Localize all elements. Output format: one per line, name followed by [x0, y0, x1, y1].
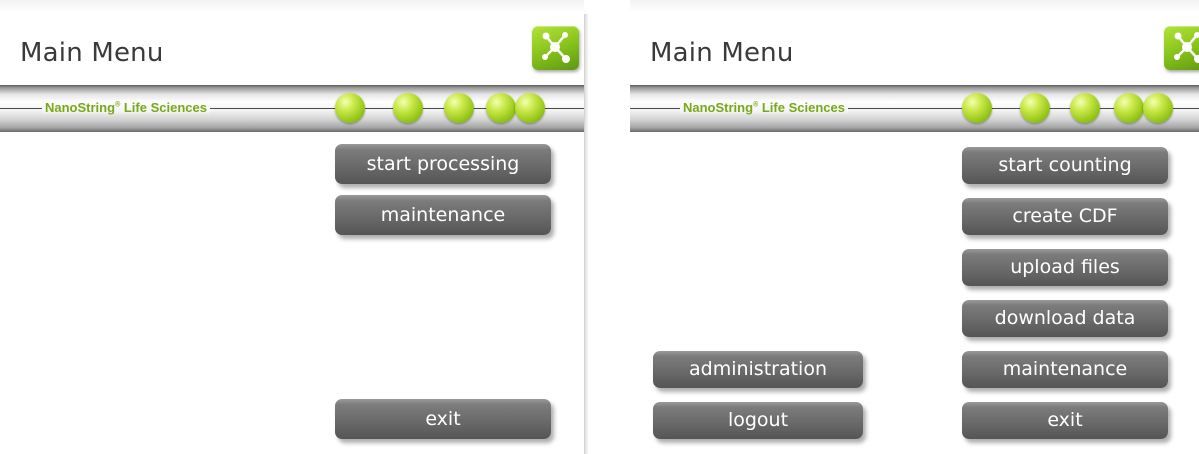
button-label: maintenance [380, 204, 506, 226]
top-fade [630, 0, 1199, 12]
nanostring-molecule-icon[interactable] [532, 26, 579, 70]
brand-label: NanoString® Life Sciences [42, 100, 210, 115]
registered-mark: ® [753, 101, 759, 109]
button-label: exit [425, 408, 461, 430]
button-label: create CDF [1012, 205, 1118, 227]
brand-banner: NanoString® Life Sciences [0, 85, 584, 132]
button-label: maintenance [1002, 358, 1128, 380]
progress-dot-icon [962, 93, 992, 123]
main-menu-screen-left: Main Menu NanoString® Life Sciences star… [0, 0, 584, 454]
button-label: upload files [1010, 256, 1120, 278]
progress-dot-icon [393, 93, 423, 123]
brand-suffix: Life Sciences [761, 100, 845, 115]
page-title: Main Menu [650, 38, 794, 68]
brand-name: NanoString [45, 100, 116, 115]
button-label: download data [994, 307, 1136, 329]
button-label: logout [727, 409, 789, 431]
upload-files-button[interactable]: upload files [962, 249, 1168, 286]
main-menu-screen-right: Main Menu NanoString® Life Sciences star… [630, 0, 1199, 454]
button-label: administration [688, 358, 827, 380]
button-label: exit [1047, 409, 1083, 431]
nanostring-molecule-icon[interactable] [1164, 26, 1199, 70]
exit-button[interactable]: exit [962, 402, 1168, 439]
download-data-button[interactable]: download data [962, 300, 1168, 337]
page-title: Main Menu [20, 38, 164, 68]
button-label: start counting [998, 154, 1132, 176]
exit-button[interactable]: exit [335, 399, 551, 439]
registered-mark: ® [115, 101, 121, 109]
panel-separator [584, 14, 588, 454]
progress-dot-icon [1143, 93, 1173, 123]
progress-dot-icon [1114, 93, 1144, 123]
brand-suffix: Life Sciences [123, 100, 207, 115]
progress-dot-icon [515, 93, 545, 123]
progress-dot-icon [486, 93, 516, 123]
top-fade [0, 0, 584, 12]
maintenance-button[interactable]: maintenance [335, 195, 551, 235]
brand-name: NanoString [683, 100, 754, 115]
progress-dot-icon [1070, 93, 1100, 123]
button-label: start processing [366, 153, 520, 175]
progress-dot-icon [335, 93, 365, 123]
progress-dot-icon [444, 93, 474, 123]
brand-label: NanoString® Life Sciences [680, 100, 848, 115]
progress-dot-icon [1020, 93, 1050, 123]
maintenance-button[interactable]: maintenance [962, 351, 1168, 388]
logout-button[interactable]: logout [653, 402, 863, 439]
start-counting-button[interactable]: start counting [962, 147, 1168, 184]
create-cdf-button[interactable]: create CDF [962, 198, 1168, 235]
start-processing-button[interactable]: start processing [335, 144, 551, 184]
brand-banner: NanoString® Life Sciences [630, 85, 1199, 132]
administration-button[interactable]: administration [653, 351, 863, 388]
